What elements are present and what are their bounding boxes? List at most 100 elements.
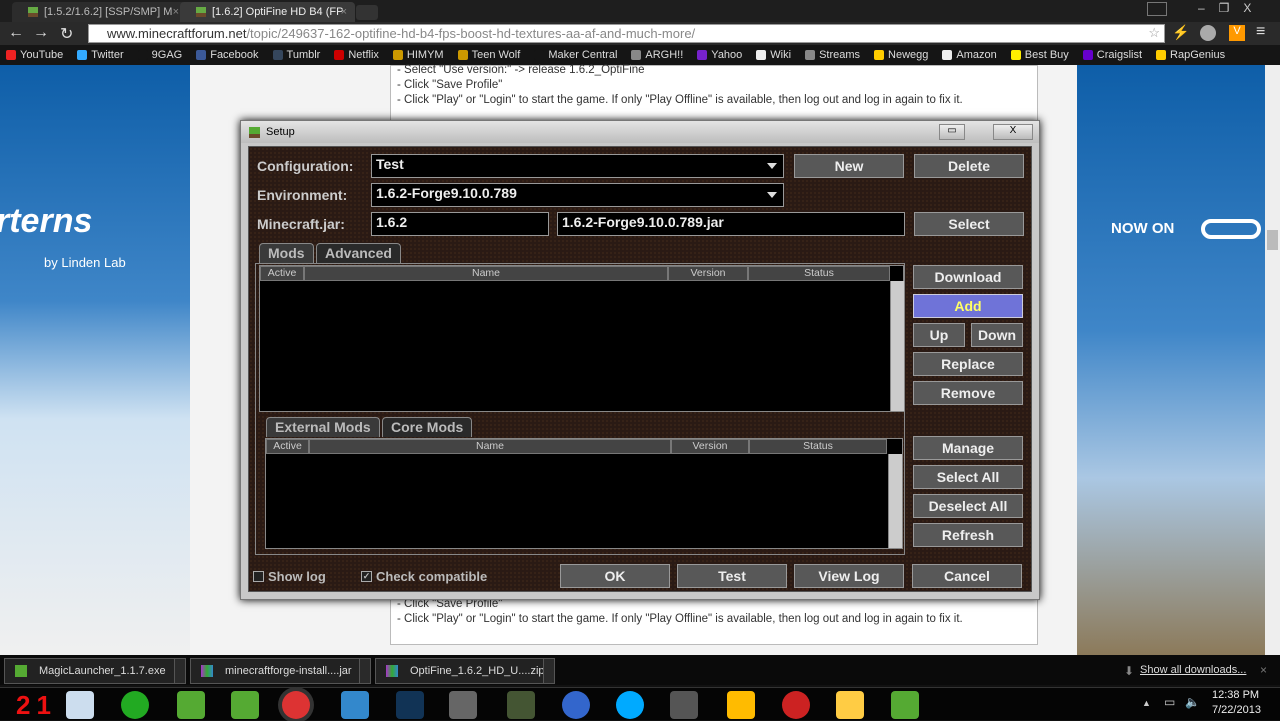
minecraft-icon[interactable] <box>891 691 919 719</box>
mods-table[interactable]: Active Name Version Status <box>259 265 904 412</box>
forward-icon[interactable]: → <box>33 24 49 42</box>
page-scrollbar[interactable] <box>1265 65 1280 655</box>
menu-icon[interactable]: ≡ <box>1256 23 1265 41</box>
reload-icon[interactable]: ↻ <box>60 24 73 44</box>
tab-mods[interactable]: Mods <box>259 243 314 263</box>
checkbox-icon[interactable] <box>253 571 264 582</box>
extension-icon[interactable]: ⚡ <box>1172 24 1189 41</box>
tray-arrow-icon[interactable]: ▲ <box>1142 698 1151 708</box>
close-tab-icon[interactable]: × <box>341 6 347 18</box>
utorrent-icon[interactable] <box>121 691 149 719</box>
jar-file-field[interactable]: 1.6.2-Forge9.10.0.789.jar <box>557 212 905 236</box>
maximize-button[interactable]: ▭ <box>939 124 965 140</box>
gimp-icon[interactable] <box>670 691 698 719</box>
ok-button[interactable]: OK <box>560 564 670 588</box>
mods-scrollbar[interactable] <box>890 281 904 411</box>
bookmark-item[interactable]: Facebook <box>196 49 259 61</box>
deselect-all-button[interactable]: Deselect All <box>913 494 1023 518</box>
bookmark-item[interactable]: Netflix <box>334 49 379 61</box>
remove-button[interactable]: Remove <box>913 381 1023 405</box>
bookmark-item[interactable]: Amazon <box>942 49 997 61</box>
bookmark-item[interactable]: Streams <box>805 49 860 61</box>
profile-icon[interactable] <box>1147 2 1167 16</box>
bookmark-item[interactable]: ARGH!! <box>631 49 683 61</box>
bookmark-item[interactable]: Craigslist <box>1082 49 1142 61</box>
itunes-icon[interactable] <box>562 691 590 719</box>
tab-external-mods[interactable]: External Mods <box>266 417 380 437</box>
chrome-icon[interactable] <box>282 691 310 719</box>
bookmark-item[interactable]: Twitter <box>77 49 124 61</box>
address-bar[interactable]: www.minecraftforum.net/topic/249637-162-… <box>88 24 1165 43</box>
environment-dropdown[interactable]: 1.6.2-Forge9.10.0.789 <box>371 183 784 207</box>
dialog-titlebar[interactable]: Setup ▭ X <box>241 121 1039 143</box>
down-button[interactable]: Down <box>971 323 1023 347</box>
tab-advanced[interactable]: Advanced <box>316 243 401 263</box>
checkbox-checked-icon[interactable]: ✓ <box>361 571 372 582</box>
download-item[interactable]: minecraftforge-install....jar <box>190 658 371 684</box>
tab-core-mods[interactable]: Core Mods <box>382 417 473 437</box>
check-compatible-checkbox[interactable]: ✓ Check compatible <box>361 569 487 584</box>
left-ad[interactable]: rterns by Linden Lab <box>0 65 190 655</box>
player-icon[interactable] <box>396 691 424 719</box>
bookmark-item[interactable]: RapGenius <box>1156 49 1225 61</box>
bookmark-item[interactable]: Yahoo <box>697 49 742 61</box>
vectir-icon[interactable] <box>727 691 755 719</box>
show-log-checkbox[interactable]: Show log <box>253 569 326 584</box>
app-icon[interactable] <box>507 691 535 719</box>
monitor-icon[interactable] <box>449 691 477 719</box>
bookmark-item[interactable]: Best Buy <box>1010 49 1069 61</box>
configuration-dropdown[interactable]: Test <box>371 154 784 178</box>
new-button[interactable]: New <box>794 154 904 178</box>
bookmark-item[interactable]: Tumblr <box>272 49 320 61</box>
bookmark-item[interactable]: Wiki <box>756 49 791 61</box>
network-icon[interactable]: ▭ <box>1164 695 1175 709</box>
test-button[interactable]: Test <box>677 564 787 588</box>
star-icon[interactable]: ☆ <box>1148 25 1160 41</box>
bookmark-item[interactable]: HIMYM <box>392 49 444 61</box>
notepad-icon[interactable] <box>66 691 94 719</box>
external-mods-scrollbar[interactable] <box>888 454 902 548</box>
delete-button[interactable]: Delete <box>914 154 1024 178</box>
minecraft-icon[interactable] <box>177 691 205 719</box>
refresh-button[interactable]: Refresh <box>913 523 1023 547</box>
view-log-button[interactable]: View Log <box>794 564 904 588</box>
bookmark-item[interactable]: YouTube <box>6 49 63 61</box>
app-icon[interactable] <box>782 691 810 719</box>
back-icon[interactable]: ← <box>8 24 24 42</box>
manage-button[interactable]: Manage <box>913 436 1023 460</box>
download-item[interactable]: OptiFine_1.6.2_HD_U....zip <box>375 658 555 684</box>
select-all-button[interactable]: Select All <box>913 465 1023 489</box>
extension-v-icon[interactable]: V <box>1229 25 1245 41</box>
bookmark-item[interactable]: 9GAG <box>137 49 182 61</box>
bookmark-item[interactable]: Teen Wolf <box>457 49 520 61</box>
up-button[interactable]: Up <box>913 323 965 347</box>
right-ad[interactable]: NOW ON <box>1077 65 1265 655</box>
select-button[interactable]: Select <box>914 212 1024 236</box>
jar-version-field[interactable]: 1.6.2 <box>371 212 549 236</box>
close-button[interactable]: X <box>993 124 1033 140</box>
browser-tab[interactable]: [1.5.2/1.6.2] [SSP/SMP] M × <box>12 2 187 22</box>
external-mods-table[interactable]: Active Name Version Status <box>265 438 903 549</box>
minecraft-icon[interactable] <box>231 691 259 719</box>
download-menu-button[interactable] <box>359 658 371 684</box>
download-menu-button[interactable] <box>174 658 186 684</box>
extension-icon[interactable] <box>1200 25 1216 41</box>
window-controls[interactable]: –❐X <box>1198 1 1265 15</box>
volume-icon[interactable]: 🔈 <box>1185 695 1200 709</box>
replace-button[interactable]: Replace <box>913 352 1023 376</box>
cancel-button[interactable]: Cancel <box>912 564 1022 588</box>
close-shelf-icon[interactable]: × <box>1260 663 1267 677</box>
add-button[interactable]: Add <box>913 294 1023 318</box>
close-tab-icon[interactable]: × <box>173 6 179 18</box>
browser-tab-active[interactable]: [1.6.2] OptiFine HD B4 (FP × <box>180 2 355 22</box>
show-all-downloads-link[interactable]: Show all downloads... <box>1140 664 1246 676</box>
explorer-icon[interactable] <box>836 691 864 719</box>
skype-icon[interactable] <box>616 691 644 719</box>
download-button[interactable]: Download <box>913 265 1023 289</box>
download-menu-button[interactable] <box>543 658 555 684</box>
bookmark-item[interactable]: Maker Central <box>534 49 617 61</box>
download-item[interactable]: MagicLauncher_1.1.7.exe <box>4 658 186 684</box>
media-player-icon[interactable] <box>341 691 369 719</box>
bookmark-item[interactable]: Newegg <box>874 49 928 61</box>
new-tab-button[interactable] <box>356 5 378 20</box>
